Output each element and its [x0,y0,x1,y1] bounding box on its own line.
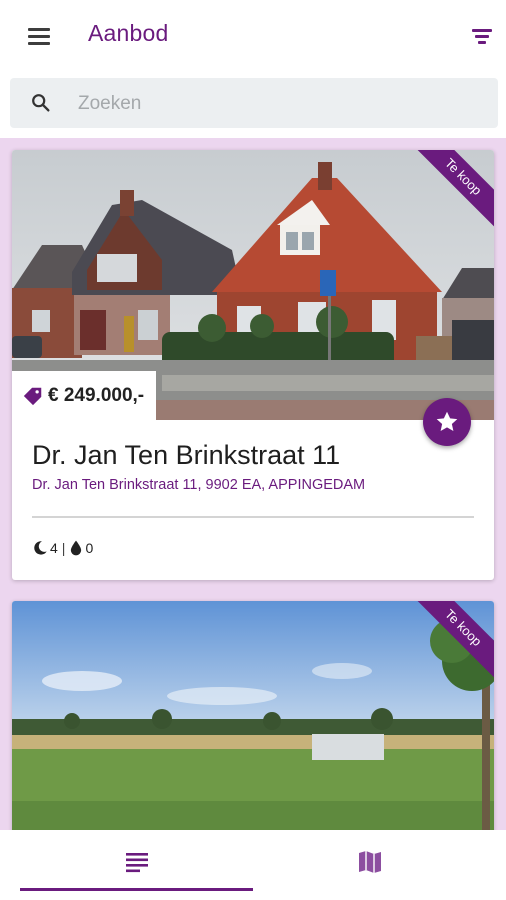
listing-price: € 249.000,- [48,385,145,406]
favorite-button[interactable] [423,398,471,446]
map-icon [358,851,381,873]
list-icon [125,853,148,873]
price-badge: € 249.000,- [12,371,157,421]
tab-list[interactable] [10,830,263,894]
status-ribbon: Te koop [408,601,494,687]
drop-icon [71,540,82,556]
listing-card[interactable]: Te koop [12,601,494,830]
divider [32,516,474,518]
search-icon [32,94,50,112]
listing-title[interactable]: Dr. Jan Ten Brinkstraat 11 [32,440,340,471]
status-label: Te koop [408,601,494,684]
listing-address: Dr. Jan Ten Brinkstraat 11, 9902 EA, APP… [32,477,366,493]
tab-map[interactable] [243,830,496,894]
app-bar: Aanbod [0,0,506,72]
page-title: Aanbod [88,20,169,46]
search-bar[interactable] [10,78,498,128]
listing-photo[interactable]: Te koop [12,601,494,830]
listing-card[interactable]: Te koop € 249.000,- Dr. Jan Ten Brinkstr… [12,150,494,580]
menu-icon[interactable] [22,22,56,50]
listing-list[interactable]: Te koop € 249.000,- Dr. Jan Ten Brinkstr… [0,138,506,830]
filter-icon[interactable] [466,22,496,50]
moon-icon [34,541,47,555]
star-icon [436,411,458,431]
status-ribbon: Te koop [408,150,494,236]
status-label: Te koop [408,150,494,233]
bottom-navigation [0,830,506,900]
price-tag-icon [23,387,42,406]
bathroom-count: 0 [85,540,94,556]
separator: | [61,540,66,556]
bedroom-count: 4 [50,540,58,556]
search-input[interactable] [76,86,480,122]
active-tab-indicator [20,888,253,891]
listing-features: 4 | 0 [32,540,93,556]
